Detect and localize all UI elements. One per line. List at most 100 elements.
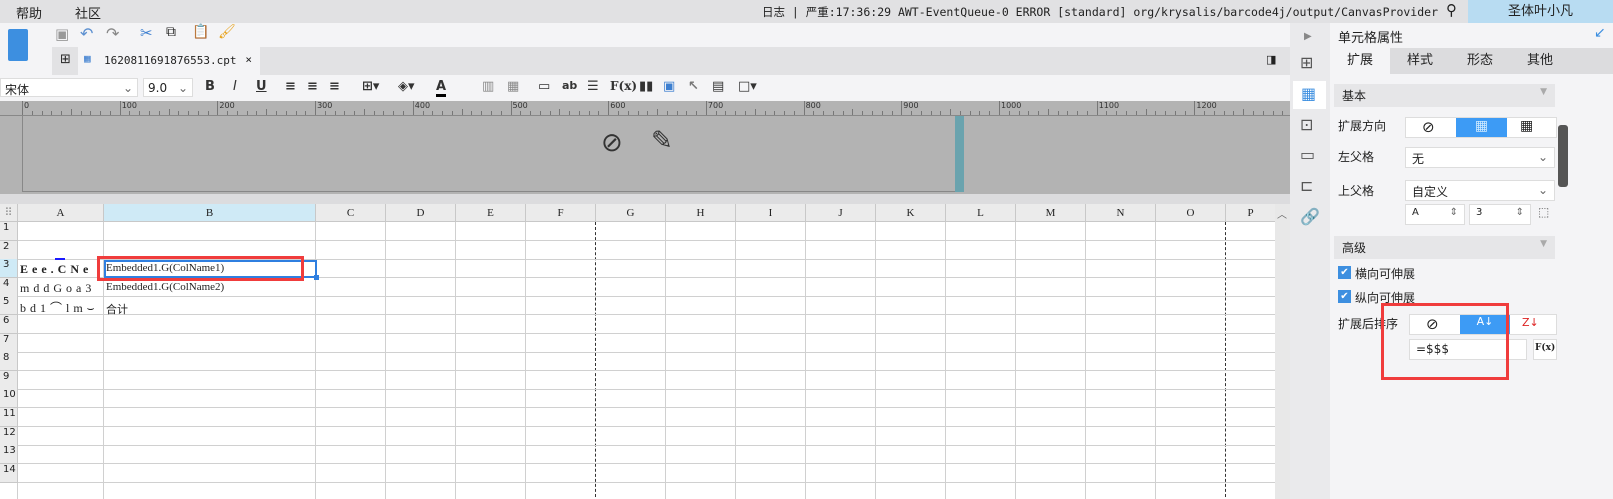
font-color-icon[interactable]: A: [436, 79, 447, 97]
row-header-12[interactable]: 12: [0, 426, 18, 446]
eye-off-icon[interactable]: ⊘: [601, 128, 623, 158]
stepper-arrows-icon[interactable]: ⇕: [1450, 207, 1458, 218]
copy-icon[interactable]: ⧉: [166, 24, 176, 40]
column-header-M[interactable]: M: [1016, 204, 1086, 222]
align-right-icon[interactable]: ≡: [329, 79, 340, 94]
cell-element-icon[interactable]: ⊡: [1300, 115, 1313, 134]
paste-icon[interactable]: 📋: [192, 24, 209, 40]
h-expand-checkbox[interactable]: ✔: [1338, 266, 1351, 279]
tab-form[interactable]: 形态: [1450, 48, 1510, 74]
user-account[interactable]: 圣体叶小凡: [1468, 0, 1613, 23]
align-left-icon[interactable]: ≡: [285, 79, 296, 94]
column-header-P[interactable]: P: [1226, 204, 1275, 222]
insert-paragraph-icon[interactable]: ☰: [587, 79, 599, 94]
column-header-H[interactable]: H: [666, 204, 736, 222]
column-header-J[interactable]: J: [806, 204, 876, 222]
cell-A3[interactable]: Eee.CNe: [20, 262, 92, 277]
column-header-B[interactable]: B: [104, 204, 316, 222]
column-header-D[interactable]: D: [386, 204, 456, 222]
save-icon[interactable]: ▣: [55, 25, 69, 43]
log-message[interactable]: 日志 | 严重:17:36:29 AWT-EventQueue-0 ERROR …: [762, 4, 1438, 20]
row-header-1[interactable]: 1: [0, 222, 18, 241]
row-header-10[interactable]: 10: [0, 389, 18, 409]
cell-B4[interactable]: Embedded1.G(ColName2): [106, 281, 224, 293]
left-parent-select[interactable]: 无 ⌄: [1405, 147, 1555, 168]
close-tab-icon[interactable]: ×: [245, 53, 252, 66]
hyperlink-icon[interactable]: 🔗: [1300, 207, 1320, 226]
italic-button[interactable]: I: [233, 79, 237, 94]
column-header-K[interactable]: K: [876, 204, 946, 222]
condition-icon[interactable]: ⊏: [1300, 176, 1313, 195]
v-expand-checkbox[interactable]: ✔: [1338, 290, 1351, 303]
template-properties-icon[interactable]: ⊞: [1300, 53, 1313, 72]
vertical-scrollbar[interactable]: ︿: [1275, 204, 1290, 499]
section-basic[interactable]: 基本 ▼: [1334, 84, 1555, 107]
parent-row-stepper[interactable]: 3 ⇕: [1469, 204, 1531, 225]
row-header-4[interactable]: 4: [0, 277, 18, 297]
insert-formula-icon[interactable]: F(x): [610, 79, 637, 93]
cell-B5[interactable]: 合计: [106, 301, 128, 317]
fill-handle[interactable]: [314, 275, 319, 281]
formula-button[interactable]: F(x): [1533, 339, 1557, 360]
row-header-6[interactable]: 6: [0, 315, 18, 334]
row-header-14[interactable]: 14: [0, 463, 18, 483]
tab-style[interactable]: 样式: [1390, 48, 1450, 74]
stepper-arrows-icon[interactable]: ⇕: [1516, 207, 1524, 218]
widget-icon[interactable]: ▭: [1300, 145, 1315, 164]
pin-icon[interactable]: ↙: [1594, 25, 1606, 41]
insert-text-icon[interactable]: ▭: [538, 79, 550, 94]
split-cells-icon[interactable]: ▦: [507, 79, 519, 94]
underline-button[interactable]: U: [256, 79, 267, 94]
expand-panel-icon[interactable]: ▶: [1304, 31, 1312, 42]
border-icon[interactable]: ⊞▾: [362, 79, 379, 94]
menu-community[interactable]: 社区: [75, 3, 101, 22]
row-header-7[interactable]: 7: [0, 333, 18, 353]
spreadsheet-grid[interactable]: ⠿ A B C D E F G H I J K L M N O P 1 2 3 4 5 6 7 8 9 10 11 12 13 14 Eee.…: [0, 204, 1275, 499]
sort-descending-icon[interactable]: Z↓: [1522, 316, 1539, 329]
no-expand-icon[interactable]: ⊘: [1422, 118, 1435, 136]
column-header-I[interactable]: I: [736, 204, 806, 222]
font-family-select[interactable]: 宋体 ⌄: [0, 78, 138, 97]
tab-expand[interactable]: 扩展: [1330, 48, 1390, 74]
font-size-select[interactable]: 9.0 ⌄: [143, 78, 193, 97]
undo-icon[interactable]: ↶: [80, 24, 93, 43]
menu-help[interactable]: 帮助: [16, 3, 42, 22]
merge-cells-icon[interactable]: ▥: [482, 79, 494, 94]
column-header-A[interactable]: A: [18, 204, 104, 222]
horizontal-expand-icon[interactable]: ▦: [1520, 118, 1533, 134]
tab-other[interactable]: 其他: [1510, 48, 1570, 74]
new-template-icon[interactable]: ⊞: [60, 52, 71, 67]
row-header-9[interactable]: 9: [0, 370, 18, 390]
cell-element-icon[interactable]: □▾: [738, 79, 757, 94]
fill-color-icon[interactable]: ◈▾: [398, 79, 415, 94]
cell-A4[interactable]: mddGoa3: [20, 281, 95, 296]
insert-image-icon[interactable]: ▣: [663, 79, 675, 94]
search-icon[interactable]: ⚲: [1446, 1, 1457, 19]
pencil-icon[interactable]: ✎: [651, 126, 673, 156]
align-center-icon[interactable]: ≡: [307, 79, 318, 94]
column-header-E[interactable]: E: [456, 204, 526, 222]
insert-subreport-icon[interactable]: ▤: [712, 79, 724, 94]
designer-logo-icon[interactable]: [8, 29, 28, 61]
column-header-F[interactable]: F: [526, 204, 596, 222]
bold-button[interactable]: B: [205, 79, 215, 94]
panel-scroll-handle[interactable]: [1558, 125, 1568, 187]
row-header-5[interactable]: 5: [0, 296, 18, 316]
scroll-up-icon[interactable]: ︿: [1277, 206, 1287, 221]
page-boundary-marker[interactable]: [955, 116, 964, 192]
cell-A5[interactable]: bd1⌒lm⌣: [20, 299, 99, 316]
cut-icon[interactable]: ✂: [140, 24, 153, 42]
format-painter-icon[interactable]: 🖌: [218, 24, 236, 40]
section-advanced[interactable]: 高级 ▼: [1334, 236, 1555, 259]
redo-icon[interactable]: ↷: [106, 24, 119, 43]
top-parent-select[interactable]: 自定义 ⌄: [1405, 180, 1555, 201]
insert-chart-icon[interactable]: ▮▮: [639, 79, 653, 94]
select-cell-icon[interactable]: ⬚: [1538, 205, 1549, 219]
column-header-N[interactable]: N: [1086, 204, 1156, 222]
select-all-corner[interactable]: ⠿: [0, 204, 18, 222]
parent-column-stepper[interactable]: A ⇕: [1405, 204, 1465, 225]
row-header-2[interactable]: 2: [0, 240, 18, 260]
row-header-13[interactable]: 13: [0, 445, 18, 465]
insert-richtext-icon[interactable]: ab: [562, 79, 577, 92]
vertical-expand-button[interactable]: ▦: [1456, 118, 1507, 137]
